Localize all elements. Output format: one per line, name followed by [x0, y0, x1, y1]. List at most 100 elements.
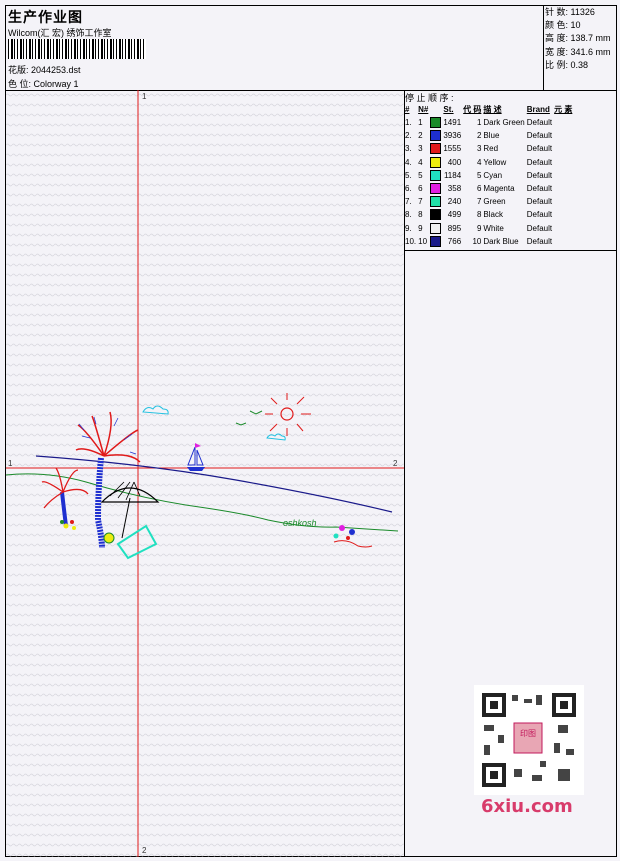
axis-label-h-right: 2 — [393, 459, 398, 468]
row-stitches: 766 — [447, 236, 462, 246]
row-needle: 2 — [418, 131, 423, 141]
stop-sequence-panel: 停 止 顺 序 : # N# St. 代 码 描 述 Brand 元 素 1. 1… — [404, 90, 616, 251]
design-canvas: 1 2 1 2 oshkosh — [6, 90, 404, 857]
row-element — [553, 235, 573, 248]
design-scale: 比 例: 0.38 — [545, 59, 589, 70]
qr-stamp: 印图 — [520, 729, 536, 738]
row-index: 7. — [405, 197, 412, 207]
row-code: 6 — [476, 184, 482, 194]
canvas-background — [6, 90, 404, 857]
row-swatch — [429, 169, 442, 182]
table-row: 6. 6 358 6 Magenta Default — [404, 182, 573, 195]
row-element — [553, 182, 573, 195]
row-index: 8. — [405, 210, 412, 220]
colorway-label: 色 位: Colorway 1 — [8, 79, 79, 89]
row-element — [553, 116, 573, 129]
row-swatch — [429, 195, 442, 208]
row-element — [553, 142, 573, 155]
table-row: 7. 7 240 7 Green Default — [404, 195, 573, 208]
row-needle: 4 — [418, 157, 423, 167]
axis-label-v-bottom: 2 — [142, 846, 147, 855]
row-element — [553, 169, 573, 182]
table-row: 1. 1 1491 1 Dark Green Default — [404, 116, 573, 129]
row-stitches: 240 — [447, 197, 462, 207]
axis-label-h-left: 1 — [8, 459, 13, 468]
design-preview[interactable]: 1 2 1 2 oshkosh — [6, 90, 405, 857]
color-swatch — [430, 169, 442, 181]
row-description: Blue — [483, 131, 500, 141]
row-swatch — [429, 208, 442, 221]
row-brand: Default — [526, 184, 553, 194]
qr-code: 印图 — [474, 685, 584, 795]
row-needle: 10 — [418, 236, 428, 246]
row-stitches: 400 — [447, 157, 462, 167]
row-stitches: 1184 — [443, 170, 462, 180]
row-swatch — [429, 156, 442, 169]
row-stitches: 358 — [447, 184, 462, 194]
row-description: Black — [483, 210, 503, 220]
row-brand: Default — [526, 157, 553, 167]
color-swatch — [430, 196, 442, 208]
row-element — [553, 129, 573, 142]
row-code: 7 — [476, 197, 482, 207]
row-brand: Default — [526, 236, 553, 246]
row-index: 6. — [405, 184, 412, 194]
row-brand: Default — [526, 144, 553, 154]
hand-lettering: oshkosh — [283, 518, 317, 528]
page-title: 生产作业图 — [8, 9, 83, 25]
row-index: 3. — [405, 144, 412, 154]
row-brand: Default — [526, 223, 553, 233]
color-swatch — [430, 222, 442, 234]
row-code: 1 — [476, 118, 482, 128]
row-needle: 3 — [418, 144, 423, 154]
table-row: 8. 8 499 8 Black Default — [404, 208, 573, 221]
row-index: 9. — [405, 223, 412, 233]
col-needle: N# — [418, 105, 429, 114]
row-swatch — [429, 235, 442, 248]
row-swatch — [429, 222, 442, 235]
col-swatch — [429, 103, 442, 116]
row-index: 2. — [405, 131, 412, 141]
row-needle: 8 — [418, 210, 423, 220]
table-row: 3. 3 1555 3 Red Default — [404, 142, 573, 155]
header-panel: 生产作业图 Wilcom(汇 宏) 绣饰工作室 花版: 2044253.dst … — [6, 6, 616, 91]
color-swatch — [430, 235, 442, 247]
watermark-brand: 6xiu.com — [481, 796, 573, 817]
row-index: 4. — [405, 157, 412, 167]
col-element: 元 素 — [554, 105, 573, 114]
table-header-row: # N# St. 代 码 描 述 Brand 元 素 — [404, 103, 573, 116]
table-row: 10. 10 766 10 Dark Blue Default — [404, 235, 573, 248]
row-stitches: 499 — [447, 210, 462, 220]
color-swatch — [430, 183, 442, 195]
row-brand: Default — [526, 197, 553, 207]
row-swatch — [429, 129, 442, 142]
color-swatch — [430, 117, 442, 129]
axis-label-v-top: 1 — [142, 92, 147, 101]
color-swatch — [430, 143, 442, 155]
table-row: 4. 4 400 4 Yellow Default — [404, 156, 573, 169]
row-description: Green — [483, 197, 506, 207]
color-swatch — [430, 209, 442, 221]
design-file-label: 花版: 2044253.dst — [8, 65, 81, 75]
row-needle: 9 — [418, 223, 423, 233]
row-stitches: 1555 — [443, 144, 462, 154]
row-code: 10 — [472, 236, 482, 246]
production-sheet: 生产作业图 Wilcom(汇 宏) 绣饰工作室 花版: 2044253.dst … — [5, 5, 617, 857]
row-description: Dark Blue — [483, 236, 519, 246]
design-width: 宽 度: 341.6 mm — [545, 46, 611, 57]
row-index: 5. — [405, 170, 412, 180]
row-stitches: 3936 — [443, 131, 462, 141]
row-brand: Default — [526, 118, 553, 128]
row-swatch — [429, 142, 442, 155]
row-swatch — [429, 116, 442, 129]
stats-panel: 针 数: 11326 颜 色: 10 高 度: 138.7 mm 宽 度: 34… — [543, 6, 617, 90]
row-description: Dark Green — [483, 118, 525, 128]
row-stitches: 895 — [447, 223, 462, 233]
color-swatch — [430, 156, 442, 168]
row-code: 9 — [476, 223, 482, 233]
row-needle: 1 — [418, 118, 423, 128]
col-index: # — [405, 105, 410, 114]
row-brand: Default — [526, 131, 553, 141]
row-description: Magenta — [483, 184, 515, 194]
row-code: 3 — [476, 144, 482, 154]
